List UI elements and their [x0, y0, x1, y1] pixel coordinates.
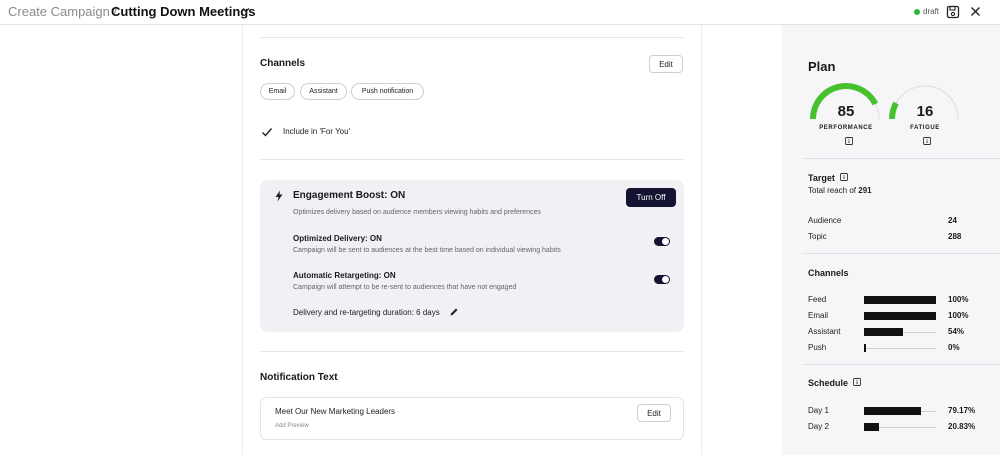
notification-edit-button[interactable]: Edit — [637, 404, 671, 422]
engagement-boost-title: Engagement Boost: ON — [293, 190, 406, 201]
fatigue-label: FATIGUE — [910, 125, 940, 131]
audience-label: Audience — [808, 216, 842, 225]
performance-value: 85 — [837, 103, 855, 120]
divider — [260, 37, 684, 38]
fatigue-value: 16 — [916, 103, 934, 120]
topic-value: 288 — [948, 232, 962, 241]
top-bar: Create Campaign / Cutting Down Meetings … — [0, 0, 1000, 25]
channels-row-value: 54% — [948, 327, 965, 336]
schedule-row-value: 20.83% — [948, 422, 976, 431]
notification-text: Meet Our New Marketing Leaders — [275, 407, 396, 416]
notification-card: Meet Our New Marketing Leaders Add Previ… — [260, 397, 684, 440]
channels-bar-fill — [864, 328, 903, 336]
total-reach-label: Total reach of — [808, 186, 859, 195]
channel-chip-push-notification[interactable]: Push notification — [351, 83, 424, 100]
divider — [260, 351, 684, 352]
campaign-editor: Channels Edit Email Assistant Push notif… — [242, 25, 702, 455]
status-dot — [914, 9, 920, 15]
schedule-title: Schedule — [808, 378, 849, 388]
target-title: Target — [808, 173, 835, 183]
channels-row-label: Email — [808, 311, 829, 320]
optimized-delivery-description: Campaign will be sent to audiences at th… — [293, 247, 561, 254]
check-icon[interactable] — [261, 126, 273, 138]
duration-text: Delivery and re-targeting duration: 6 da… — [293, 308, 440, 317]
info-icon[interactable] — [840, 173, 848, 181]
status-badge: draft — [923, 7, 940, 16]
automatic-retargeting-toggle[interactable] — [654, 275, 670, 284]
channels-title: Channels — [260, 58, 306, 69]
info-icon[interactable] — [845, 137, 853, 145]
pencil-icon[interactable] — [449, 307, 459, 317]
channels-row-label: Assistant — [808, 327, 841, 336]
save-icon[interactable] — [946, 5, 960, 19]
channels-row-value: 0% — [948, 343, 960, 352]
channels-bar-fill — [864, 344, 866, 352]
plan-title: Plan — [808, 59, 836, 74]
notification-text-title: Notification Text — [260, 372, 338, 383]
page-title[interactable]: Cutting Down Meetings — [111, 4, 255, 19]
engagement-boost-card: Engagement Boost: ON Optimizes delivery … — [260, 180, 684, 332]
audience-value: 24 — [948, 216, 957, 225]
topic-label: Topic — [808, 232, 827, 241]
schedule-row-label: Day 2 — [808, 422, 829, 431]
divider — [802, 364, 1000, 365]
lightning-icon — [275, 190, 283, 202]
channels-bar-track — [864, 348, 936, 349]
close-icon[interactable] — [969, 5, 982, 18]
plan-channels-title: Channels — [808, 268, 849, 278]
plan-panel: Plan 85 PERFORMANCE 16 FATIGUE Target To… — [782, 25, 1000, 455]
optimized-delivery-toggle[interactable] — [654, 237, 670, 246]
automatic-retargeting-title: Automatic Retargeting: ON — [293, 271, 396, 280]
optimized-delivery-title: Optimized Delivery: ON — [293, 234, 382, 243]
total-reach-value: 291 — [858, 186, 872, 195]
breadcrumb[interactable]: Create Campaign / — [8, 4, 117, 19]
channel-chip-email[interactable]: Email — [260, 83, 295, 100]
channels-row-value: 100% — [948, 295, 969, 304]
divider — [260, 159, 684, 160]
info-icon[interactable] — [853, 378, 861, 386]
engagement-boost-description: Optimizes delivery based on audience mem… — [293, 209, 541, 216]
schedule-bar-fill — [864, 423, 879, 431]
turn-off-button[interactable]: Turn Off — [626, 188, 676, 207]
channel-chip-assistant[interactable]: Assistant — [300, 83, 347, 100]
total-reach: Total reach of 291 — [808, 186, 872, 195]
divider — [802, 158, 1000, 159]
info-icon[interactable] — [923, 137, 931, 145]
divider — [802, 253, 1000, 254]
chevron-down-icon[interactable] — [241, 5, 251, 15]
channels-row-label: Feed — [808, 295, 827, 304]
add-preview-link[interactable]: Add Preview — [275, 423, 309, 429]
performance-label: PERFORMANCE — [819, 125, 873, 131]
schedule-bar-fill — [864, 407, 921, 415]
channels-bar-fill — [864, 296, 936, 304]
channels-edit-button[interactable]: Edit — [649, 55, 683, 73]
include-for-you-label: Include in 'For You' — [283, 127, 351, 136]
channels-bar-fill — [864, 312, 936, 320]
channels-row-label: Push — [808, 343, 827, 352]
channels-row-value: 100% — [948, 311, 969, 320]
schedule-row-value: 79.17% — [948, 406, 976, 415]
automatic-retargeting-description: Campaign will attempt to be re-sent to a… — [293, 284, 517, 291]
schedule-row-label: Day 1 — [808, 406, 829, 415]
